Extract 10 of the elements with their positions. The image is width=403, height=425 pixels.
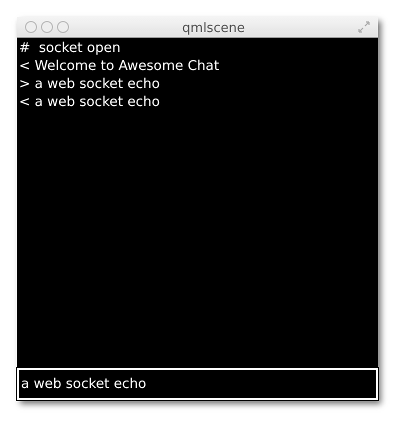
message-line: < a web socket echo <box>19 93 160 111</box>
minimize-icon[interactable] <box>41 21 53 33</box>
input-field[interactable]: a web socket echo <box>17 368 378 400</box>
zoom-icon[interactable] <box>57 21 69 33</box>
message-line: < Welcome to Awesome Chat <box>19 57 220 75</box>
message-line: # socket open <box>19 39 121 57</box>
window-title: qmlscene <box>182 21 245 36</box>
fullscreen-icon[interactable] <box>358 21 370 33</box>
message-line: > a web socket echo <box>19 75 160 93</box>
close-icon[interactable] <box>25 21 37 33</box>
